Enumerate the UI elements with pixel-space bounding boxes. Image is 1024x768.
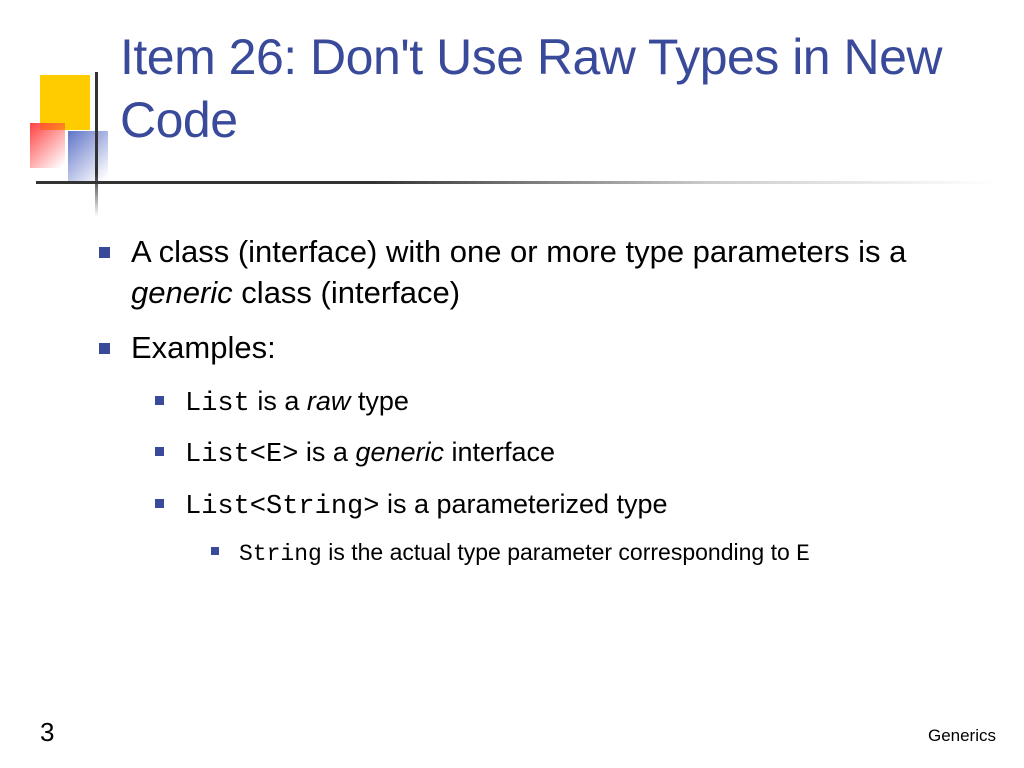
emphasis: generic [355, 437, 444, 467]
bullet-level2: List is a raw type [185, 383, 985, 422]
code: List<E> [185, 440, 298, 470]
red-square-icon [30, 123, 65, 168]
bullet-level1: Examples: [131, 328, 985, 369]
page-number: 3 [40, 717, 54, 748]
text: type [350, 386, 409, 416]
bullet-level2: List<E> is a generic interface [185, 434, 985, 473]
text: class (interface) [233, 275, 460, 310]
code: String [239, 541, 322, 567]
slide: Item 26: Don't Use Raw Types in New Code… [0, 0, 1024, 768]
bullet-level1: A class (interface) with one or more typ… [131, 232, 985, 314]
slide-title: Item 26: Don't Use Raw Types in New Code [120, 26, 1010, 151]
text: is a [298, 437, 355, 467]
bullet-level2: List<String> is a parameterized type [185, 486, 985, 525]
bullet-level3: String is the actual type parameter corr… [239, 537, 985, 570]
text: is a [250, 386, 307, 416]
code: List [185, 389, 250, 419]
blue-square-icon [68, 131, 108, 181]
emphasis: generic [131, 275, 233, 310]
yellow-square-icon [40, 75, 90, 130]
text: interface [444, 437, 555, 467]
text: Examples: [131, 330, 276, 365]
code: E [796, 541, 810, 567]
text: A class (interface) with one or more typ… [131, 234, 906, 269]
horizontal-rule [36, 181, 996, 184]
code: List<String> [185, 492, 379, 522]
vertical-rule [95, 72, 98, 217]
emphasis: raw [307, 386, 351, 416]
footer-label: Generics [928, 726, 996, 746]
text: is a parameterized type [379, 489, 667, 519]
corner-decoration [30, 75, 110, 205]
slide-body: A class (interface) with one or more typ… [95, 232, 985, 580]
text: is the actual type parameter correspondi… [322, 539, 796, 565]
